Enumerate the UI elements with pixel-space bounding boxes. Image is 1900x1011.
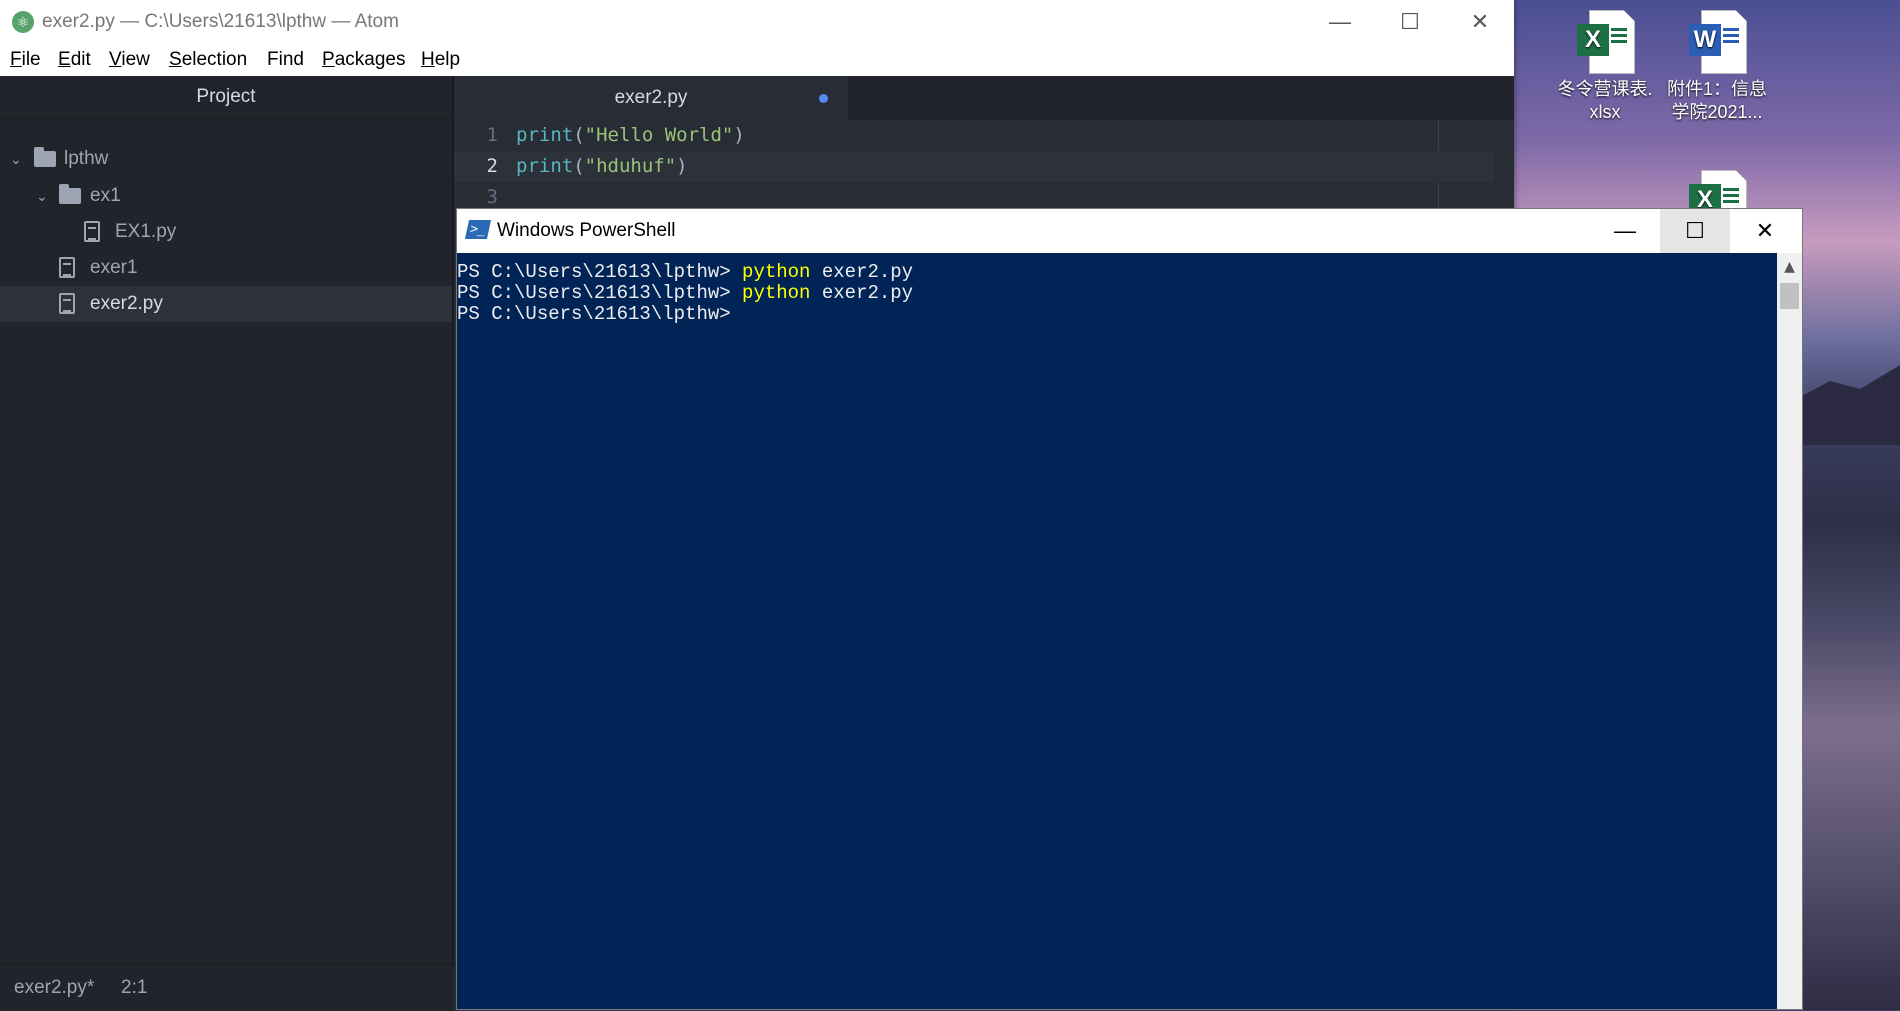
powershell-window-title: Windows PowerShell — [497, 220, 676, 241]
folder-icon — [59, 184, 81, 204]
close-button[interactable]: ✕ — [1730, 209, 1800, 253]
file-icon — [59, 293, 75, 314]
word-file-icon: W — [1689, 10, 1747, 74]
scroll-up-arrow-icon[interactable]: ▲ — [1777, 253, 1802, 281]
atom-logo-icon: ⚛ — [12, 11, 34, 33]
tree-item-ex1-py[interactable]: EX1.py — [0, 214, 452, 250]
desktop-icon-label: 冬令营课表. — [1557, 79, 1653, 99]
tree-item-lpthw[interactable]: ⌄ lpthw — [0, 141, 452, 177]
console-line: PS C:\Users\21613\lpthw> python exer2.py — [457, 282, 914, 304]
tab-exer2-py[interactable]: exer2.py — [454, 76, 848, 120]
file-icon — [59, 257, 75, 278]
close-button[interactable]: ✕ — [1445, 0, 1515, 44]
excel-file-icon: X — [1577, 10, 1635, 74]
title-bar[interactable]: ⚛ exer2.py — C:\Users\21613\lpthw — Atom… — [0, 0, 1514, 44]
line-content: print("hduhuf") — [516, 155, 688, 177]
status-file-name[interactable]: exer2.py* — [14, 965, 94, 1011]
project-header: Project — [0, 76, 452, 119]
tree-item-ex1[interactable]: ⌄ ex1 — [0, 178, 452, 214]
menu-bar: File Edit View Selection Find Packages H… — [0, 44, 1514, 76]
modified-indicator-icon[interactable] — [819, 94, 828, 103]
powershell-window: >_ Windows PowerShell — ☐ ✕ PS C:\Users\… — [456, 208, 1803, 1010]
desktop-icon-label: 学院2021... — [1671, 102, 1763, 122]
minimize-button[interactable]: — — [1590, 209, 1660, 253]
tree-item-label: exer1 — [90, 257, 138, 278]
menu-packages[interactable]: Packages — [322, 49, 405, 71]
code-line[interactable]: 1 print("Hello World") — [454, 120, 1494, 151]
console-scrollbar[interactable]: ▲ — [1777, 253, 1802, 1009]
project-panel: Project ⌄ lpthw ⌄ ex1 EX1.py exer1 exer2… — [0, 76, 454, 1010]
powershell-console[interactable]: PS C:\Users\21613\lpthw> python exer2.py… — [457, 253, 1777, 1009]
desktop-icon-label: 附件1：信息 — [1667, 79, 1768, 99]
powershell-icon: >_ — [464, 220, 492, 239]
tree-item-label: ex1 — [90, 185, 121, 206]
editor-tab-bar: exer2.py — [454, 76, 1514, 120]
minimize-button[interactable]: — — [1305, 0, 1375, 44]
console-prompt-line: PS C:\Users\21613\lpthw> — [457, 303, 731, 325]
desktop-icon-excel-schedule[interactable]: X 冬令营课表. xlsx — [1555, 10, 1655, 124]
line-number: 2 — [486, 155, 498, 177]
menu-file[interactable]: File — [10, 49, 41, 71]
line-content: print("Hello World") — [516, 124, 745, 146]
status-bar: exer2.py* 2:1 — [0, 964, 454, 1011]
tab-label: exer2.py — [614, 87, 688, 108]
powershell-title-bar[interactable]: >_ Windows PowerShell — ☐ ✕ — [457, 209, 1802, 253]
menu-help[interactable]: Help — [421, 49, 460, 71]
tree-item-label: exer2.py — [90, 293, 163, 314]
desktop-icon-word-attachment[interactable]: W 附件1：信息 学院2021... — [1667, 10, 1767, 124]
maximize-button[interactable]: ☐ — [1660, 209, 1730, 253]
tree-item-label: EX1.py — [115, 221, 177, 242]
menu-edit[interactable]: Edit — [58, 49, 91, 71]
code-line-current[interactable]: 2 print("hduhuf") — [454, 151, 1494, 182]
console-line: PS C:\Users\21613\lpthw> python exer2.py — [457, 261, 914, 283]
line-number: 1 — [486, 124, 498, 146]
tree-item-exer1[interactable]: exer1 — [0, 250, 452, 286]
menu-find[interactable]: Find — [267, 49, 304, 71]
menu-selection[interactable]: Selection — [169, 49, 247, 71]
file-icon — [84, 221, 100, 242]
folder-icon — [34, 147, 56, 167]
scrollbar-thumb[interactable] — [1780, 283, 1799, 309]
mountain-silhouette — [1800, 365, 1900, 445]
status-cursor-position[interactable]: 2:1 — [121, 965, 147, 1011]
tree-item-label: lpthw — [64, 148, 109, 169]
chevron-down-icon[interactable]: ⌄ — [10, 141, 22, 177]
window-title: exer2.py — C:\Users\21613\lpthw — Atom — [42, 11, 399, 32]
chevron-down-icon[interactable]: ⌄ — [36, 178, 48, 214]
maximize-button[interactable]: ☐ — [1375, 0, 1445, 44]
tree-item-exer2-py[interactable]: exer2.py — [0, 286, 452, 322]
menu-view[interactable]: View — [109, 49, 150, 71]
desktop-icon-label: xlsx — [1589, 102, 1621, 122]
